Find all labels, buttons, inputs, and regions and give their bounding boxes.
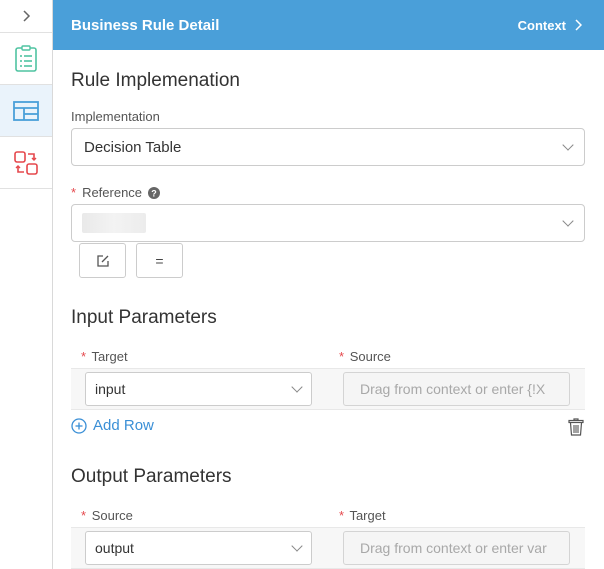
equals-button[interactable]: = xyxy=(136,243,183,278)
implementation-select[interactable]: Decision Table xyxy=(71,128,585,166)
output-target-field[interactable]: Drag from context or enter var xyxy=(343,531,570,565)
chevron-right-icon xyxy=(575,19,582,31)
chevron-down-icon xyxy=(562,215,574,227)
edit-reference-button[interactable] xyxy=(79,243,126,278)
output-target-header: * Target xyxy=(339,508,386,523)
table-row: input Drag from context or enter {!X xyxy=(71,368,585,410)
required-marker: * xyxy=(81,349,87,364)
reference-label-group: * Reference ? xyxy=(71,185,161,200)
implementation-value: Decision Table xyxy=(84,138,182,156)
transform-icon xyxy=(14,150,38,175)
output-parameters-header: * Source * Target xyxy=(71,506,585,528)
required-marker: * xyxy=(339,508,345,523)
add-row-label: Add Row xyxy=(93,417,154,434)
required-marker: * xyxy=(339,349,345,364)
panel-title: Business Rule Detail xyxy=(71,16,220,34)
plus-circle-icon xyxy=(71,417,87,434)
sidebar-item-details[interactable] xyxy=(0,33,52,85)
chevron-down-icon xyxy=(291,381,303,393)
required-marker: * xyxy=(81,508,87,523)
output-source-value: output xyxy=(95,540,134,556)
edit-icon xyxy=(96,254,109,267)
sidebar-item-table[interactable] xyxy=(0,85,52,137)
context-button[interactable]: Context xyxy=(518,18,582,33)
reference-select[interactable] xyxy=(71,204,585,242)
sidebar-item-mapping[interactable] xyxy=(0,137,52,189)
input-parameters-header: * Target * Source xyxy=(71,347,585,369)
chevron-down-icon xyxy=(562,139,574,151)
table-row: output Drag from context or enter var xyxy=(71,527,585,569)
output-parameters-title: Output Parameters xyxy=(71,466,232,487)
add-row-button[interactable]: Add Row xyxy=(71,417,154,434)
required-marker: * xyxy=(71,185,77,200)
svg-text:?: ? xyxy=(151,188,157,198)
main-content: Rule Implemenation Implementation Decisi… xyxy=(53,50,604,569)
checklist-icon xyxy=(15,44,37,72)
left-rail xyxy=(0,0,53,569)
input-target-value: input xyxy=(95,381,126,397)
panel-header: Business Rule Detail Context xyxy=(53,0,604,50)
implementation-label: Implementation xyxy=(71,109,160,124)
output-source-header: * Source xyxy=(81,508,133,523)
input-target-header: * Target xyxy=(81,349,128,364)
input-source-header: * Source xyxy=(339,349,391,364)
chevron-right-icon xyxy=(23,10,31,22)
input-target-select[interactable]: input xyxy=(85,372,312,406)
expand-rail-button[interactable] xyxy=(0,0,52,33)
input-parameters-title: Input Parameters xyxy=(71,307,217,328)
equals-label: = xyxy=(155,252,164,269)
trash-icon[interactable] xyxy=(568,418,584,436)
reference-label: Reference xyxy=(82,185,143,200)
context-label: Context xyxy=(517,17,566,33)
input-source-field[interactable]: Drag from context or enter {!X xyxy=(343,372,570,406)
reference-value-redacted xyxy=(82,213,146,233)
rule-implementation-title: Rule Implemenation xyxy=(71,70,240,91)
output-source-select[interactable]: output xyxy=(85,531,312,565)
help-icon[interactable]: ? xyxy=(148,186,161,199)
table-layout-icon xyxy=(13,100,39,121)
chevron-down-icon xyxy=(291,540,303,552)
